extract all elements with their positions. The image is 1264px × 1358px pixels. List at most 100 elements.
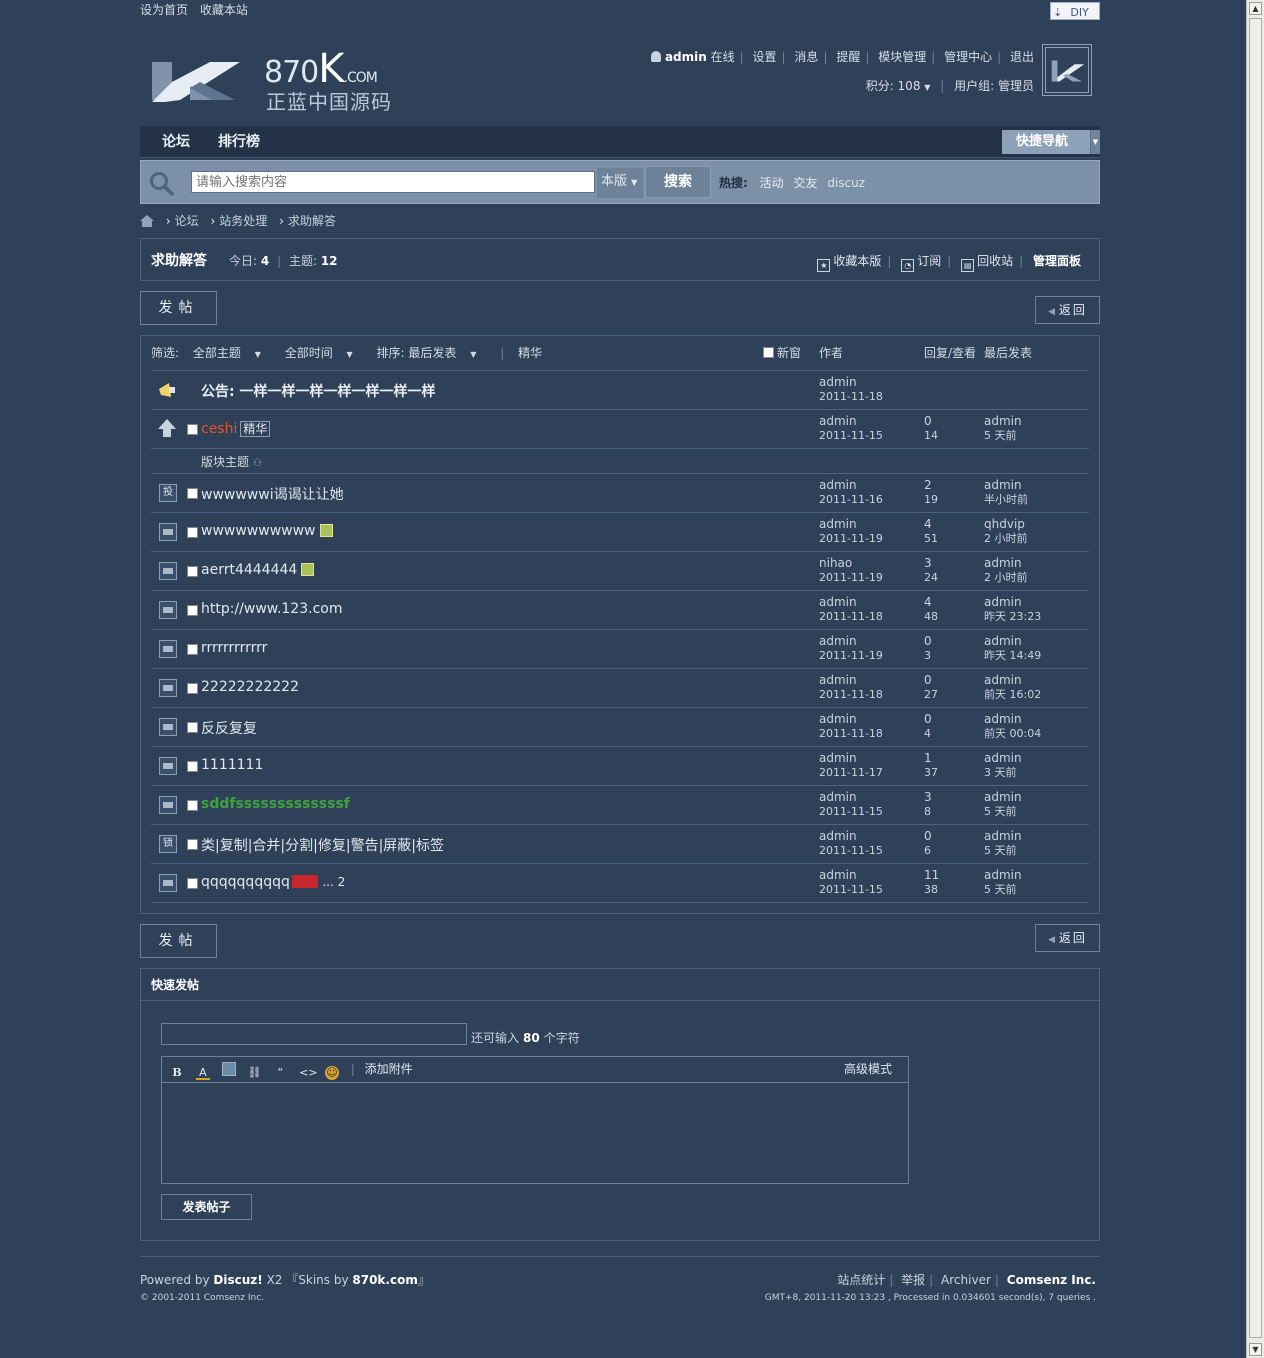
messages-link[interactable]: 消息 <box>794 50 818 64</box>
announcement-title[interactable]: 公告: 一样一样一样一样一样一样一样 <box>201 381 435 401</box>
thread-title-link[interactable]: 反反复复 <box>201 721 257 737</box>
thread-checkbox[interactable] <box>187 424 198 435</box>
filter-all-threads[interactable]: 筛选: 全部主题 ▼ <box>151 346 271 360</box>
manage-panel-link[interactable]: 管理面板 <box>1033 254 1081 268</box>
thread-title-link[interactable]: wwwwwwwwww <box>201 523 316 539</box>
thread-title-link[interactable]: rrrrrrrrrrrr <box>201 640 267 656</box>
thread-checkbox[interactable] <box>187 488 198 499</box>
thread-counts: 06 <box>924 829 932 857</box>
thread-title-link[interactable]: wwwwwwi谒谒让让她 <box>201 487 344 503</box>
breadcrumb-forum[interactable]: 论坛 <box>175 214 199 228</box>
link-icon[interactable]: ⛓ <box>247 1066 262 1080</box>
quick-nav-button[interactable]: 快捷导航 ▼ <box>1002 130 1100 154</box>
diy-button[interactable]: ⇣ DIY <box>1050 2 1100 20</box>
thread-checkbox[interactable] <box>187 605 198 616</box>
search-button[interactable]: 搜索 <box>645 166 711 198</box>
scroll-down-icon[interactable]: ▼ <box>1249 1343 1262 1356</box>
thread-title-link[interactable]: 类|复制|合并|分割|修复|警告|屏蔽|标签 <box>201 838 444 854</box>
scroll-thumb[interactable] <box>1249 18 1262 1338</box>
thread-title-link[interactable]: http://www.123.com <box>201 601 342 617</box>
comsenz-link[interactable]: Comsenz Inc. <box>1007 1273 1096 1287</box>
module-manage-link[interactable]: 模块管理 <box>878 50 926 64</box>
new-post-button[interactable]: 发帖 <box>140 924 217 958</box>
back-button[interactable]: ◀ 返回 <box>1035 924 1100 952</box>
editor-textarea[interactable] <box>162 1083 908 1183</box>
submit-post-button[interactable]: 发表帖子 <box>161 1194 252 1220</box>
thread-author: admin 2011-11-18 <box>819 673 883 701</box>
filter-all-time[interactable]: 全部时间 ▼ <box>285 346 363 360</box>
copyright: © 2001-2011 Comsenz Inc. <box>140 1293 265 1303</box>
thread-title-link[interactable]: qqqqqqqqqq <box>201 874 290 890</box>
hot-search-link[interactable]: 交友 <box>793 176 817 190</box>
sort-icon[interactable]: ⚇ <box>253 458 262 469</box>
online-status: 在线 <box>710 50 735 64</box>
thread-checkbox[interactable] <box>187 800 198 811</box>
thread-pages-link[interactable]: ... 2 <box>322 875 345 889</box>
new-post-button[interactable]: 发帖 <box>140 291 217 325</box>
thread-title-link[interactable]: 22222222222 <box>201 679 299 695</box>
quote-icon[interactable]: “ <box>273 1066 287 1080</box>
skin-site-link[interactable]: 870k.com <box>352 1273 417 1287</box>
subject-input[interactable] <box>161 1023 467 1045</box>
new-window-toggle[interactable]: 新窗 <box>763 336 801 371</box>
thread-checkbox[interactable] <box>187 527 198 538</box>
thread-checkbox[interactable] <box>187 644 198 655</box>
thread-checkbox[interactable] <box>187 878 198 889</box>
thread-counts: 2 19 <box>924 478 938 506</box>
breadcrumb-current[interactable]: 求助解答 <box>288 214 336 228</box>
set-home-link[interactable]: 设为首页 <box>140 3 188 17</box>
vertical-scrollbar[interactable]: ▲ ▼ <box>1246 0 1264 1358</box>
admin-center-link[interactable]: 管理中心 <box>944 50 992 64</box>
hot-search-link[interactable]: 活动 <box>760 176 784 190</box>
avatar[interactable] <box>1042 44 1092 96</box>
scroll-up-icon[interactable]: ▲ <box>1249 2 1262 15</box>
breadcrumb-separator: › <box>210 214 216 228</box>
thread-last-post: admin 5 天前 <box>984 790 1022 818</box>
hot-search-link[interactable]: discuz <box>827 176 865 190</box>
thread-title-link[interactable]: aerrt4444444 <box>201 562 297 578</box>
bookmark-site-link[interactable]: 收藏本站 <box>200 3 248 17</box>
notices-link[interactable]: 提醒 <box>836 50 860 64</box>
thread-title-link[interactable]: 1111111 <box>201 757 263 773</box>
archiver-link[interactable]: Archiver <box>941 1273 991 1287</box>
nav-item-forum[interactable]: 论坛 <box>140 126 212 158</box>
new-window-checkbox[interactable] <box>763 347 774 358</box>
thread-checkbox[interactable] <box>187 566 198 577</box>
logout-link[interactable]: 退出 <box>1010 50 1034 64</box>
discuz-link[interactable]: Discuz! <box>213 1273 262 1287</box>
search-scope-select[interactable]: 本版 ▼ <box>597 168 643 198</box>
font-color-icon[interactable]: A <box>195 1066 210 1080</box>
thread-checkbox[interactable] <box>187 722 198 733</box>
add-attachment-link[interactable]: 添加附件 <box>365 1062 413 1076</box>
thread-checkbox[interactable] <box>187 761 198 772</box>
favorite-forum-link[interactable]: ★ 收藏本版 <box>817 254 881 272</box>
advanced-mode-link[interactable]: 高级模式 <box>844 1057 892 1082</box>
bold-icon[interactable]: B <box>170 1066 184 1080</box>
left-arrow-icon: ◀ <box>1048 935 1056 945</box>
sort-last-post[interactable]: 排序: 最后发表 ▼ <box>377 346 487 360</box>
search-input[interactable] <box>191 171 595 193</box>
image-attachment-icon <box>301 563 315 576</box>
points-menu[interactable]: 积分: 108 ▼ <box>866 79 931 93</box>
thread-title-link[interactable]: sddfsssssssssssssf <box>201 796 350 812</box>
filter-digest[interactable]: 精华 <box>518 346 542 360</box>
report-link[interactable]: 举报 <box>901 1273 925 1287</box>
username-link[interactable]: admin <box>665 50 707 64</box>
subscribe-link[interactable]: ◔ 订阅 <box>901 254 941 272</box>
site-stats-link[interactable]: 站点统计 <box>837 1273 885 1287</box>
processing-info: GMT+8, 2011-11-20 13:23 , Processed in 0… <box>764 1293 1096 1303</box>
smiley-icon[interactable]: ☺ <box>324 1066 339 1080</box>
thread-title: 1111111 <box>201 757 263 773</box>
thread-checkbox[interactable] <box>187 683 198 694</box>
image-icon[interactable] <box>221 1062 236 1076</box>
breadcrumb-station[interactable]: 站务处理 <box>219 214 267 228</box>
home-icon[interactable] <box>140 214 154 227</box>
settings-link[interactable]: 设置 <box>753 50 777 64</box>
site-logo[interactable]: 870K.COM 正蓝中国源码 <box>144 40 394 114</box>
thread-checkbox[interactable] <box>187 839 198 850</box>
nav-item-ranking[interactable]: 排行榜 <box>212 126 282 158</box>
recycle-bin-link[interactable]: ▤ 回收站 <box>961 254 1013 272</box>
site-footer: Powered by Discuz! X2 『Skins by 870k.com… <box>140 1256 1100 1316</box>
code-icon[interactable]: <> <box>299 1066 317 1080</box>
back-button[interactable]: ◀ 返回 <box>1035 296 1100 324</box>
